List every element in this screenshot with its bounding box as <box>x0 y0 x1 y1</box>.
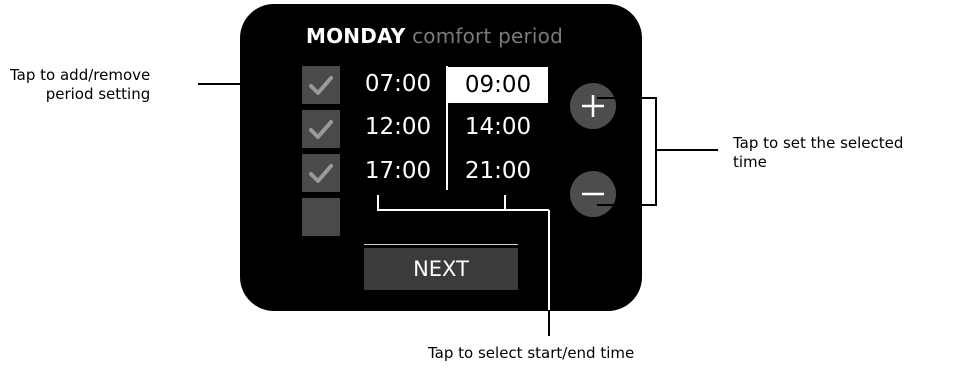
annotation-right-line-2: time <box>733 153 767 171</box>
annotation-left-line-2: period setting <box>45 85 151 103</box>
annotation-select-start-end: Tap to select start/end time <box>428 344 635 362</box>
annotation-add-remove-period: Tap to add/remove period setting <box>10 66 150 104</box>
annotation-left-line-1: Tap to add/remove <box>10 66 151 84</box>
bottom-bracket-on-screen <box>377 195 506 211</box>
annotation-set-time: Tap to set the selected time <box>733 134 903 172</box>
callout-lines <box>198 83 718 336</box>
right-bracket <box>597 97 657 206</box>
annotation-right-line-1: Tap to set the selected <box>733 134 904 152</box>
